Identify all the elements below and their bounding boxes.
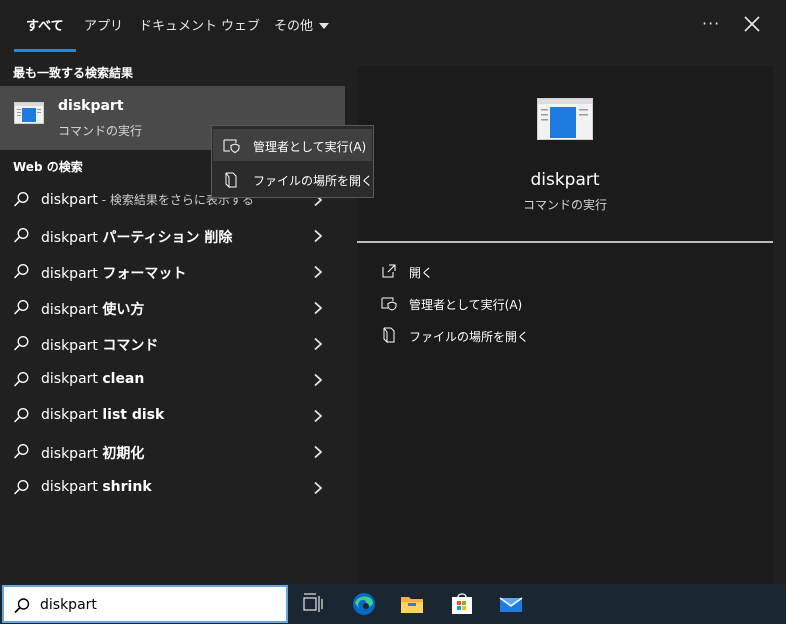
search-icon	[13, 264, 29, 279]
search-icon	[13, 444, 29, 459]
web-result-item[interactable]: diskpart shrink	[0, 470, 345, 506]
search-input[interactable]	[40, 593, 270, 617]
search-panel: すべて アプリ ドキュメント ウェブ その他 ··· 最も一致する検索結果 di…	[0, 0, 786, 584]
file-explorer-icon[interactable]	[399, 591, 425, 617]
app-window-icon	[14, 102, 44, 124]
search-icon	[13, 336, 29, 351]
web-result-suggestion: 初期化	[102, 446, 145, 462]
web-result-query: diskpart	[41, 192, 98, 208]
web-result-suggestion: clean	[102, 371, 145, 387]
web-result-suggestion: フォーマット	[102, 266, 187, 282]
web-result-query: diskpart	[41, 407, 103, 423]
web-result-item[interactable]: diskpart フォーマット	[0, 254, 345, 290]
web-result-query: diskpart	[41, 446, 103, 462]
web-result-text: diskpart コマンド	[41, 335, 158, 355]
tab-more-label: その他	[274, 19, 314, 34]
mail-icon[interactable]	[498, 591, 524, 617]
context-open-file-location[interactable]: ファイルの場所を開く	[213, 163, 374, 195]
web-result-text: diskpart list disk	[41, 407, 164, 423]
file-location-icon	[383, 327, 395, 343]
web-result-text: diskpart 使い方	[41, 299, 144, 319]
web-result-query: diskpart	[41, 371, 103, 387]
context-run-as-admin-label: 管理者として実行(A)	[253, 140, 367, 154]
web-result-query: diskpart	[41, 266, 103, 282]
web-result-suggestion: shrink	[102, 479, 152, 495]
store-icon[interactable]	[449, 591, 475, 617]
open-icon	[382, 264, 396, 278]
action-run-as-admin-label: 管理者として実行(A)	[409, 298, 523, 312]
preview-pane: diskpart コマンドの実行 開く 管理者として実行(A) ファイルの場所を…	[357, 66, 773, 584]
chevron-right-icon	[314, 445, 323, 459]
web-result-suggestion: コマンド	[102, 338, 159, 354]
search-icon	[13, 192, 29, 207]
web-result-query: diskpart	[41, 479, 103, 495]
tab-all[interactable]: すべて	[14, 0, 76, 52]
search-icon	[13, 300, 29, 315]
web-result-item[interactable]: diskpart 初期化	[0, 434, 345, 470]
chevron-down-icon	[319, 22, 330, 29]
app-window-icon	[537, 98, 593, 140]
chevron-right-icon	[314, 481, 323, 495]
tab-apps[interactable]: アプリ	[84, 0, 123, 52]
context-menu: 管理者として実行(A) ファイルの場所を開く	[211, 125, 374, 198]
tab-bar: すべて アプリ ドキュメント ウェブ その他 ···	[0, 0, 786, 52]
web-search-heading: Web の検索	[13, 160, 83, 174]
web-result-query: diskpart	[41, 302, 103, 318]
close-icon[interactable]	[740, 12, 764, 36]
search-icon	[13, 408, 29, 423]
chevron-right-icon	[314, 337, 323, 351]
chevron-right-icon	[314, 301, 323, 315]
web-result-text: diskpart shrink	[41, 479, 152, 495]
web-result-text: diskpart 初期化	[41, 443, 144, 463]
preview-app-name: diskpart	[530, 170, 600, 190]
web-result-item[interactable]: diskpart clean	[0, 362, 345, 398]
web-result-text: diskpart clean	[41, 371, 144, 387]
search-icon	[13, 228, 29, 243]
tab-documents[interactable]: ドキュメント	[139, 0, 217, 52]
web-result-query: diskpart	[41, 338, 103, 354]
web-result-query: diskpart	[41, 230, 103, 246]
tab-more[interactable]: その他	[274, 0, 330, 52]
edge-icon[interactable]	[351, 591, 377, 617]
chevron-right-icon	[314, 265, 323, 279]
preview-app-subtitle: コマンドの実行	[522, 198, 607, 212]
web-result-suggestion: パーティション 削除	[102, 230, 233, 246]
context-open-file-location-label: ファイルの場所を開く	[253, 174, 374, 188]
file-location-icon	[225, 172, 237, 188]
web-result-item[interactable]: diskpart コマンド	[0, 326, 345, 362]
best-match-heading: 最も一致する検索結果	[13, 66, 134, 80]
more-dots-icon[interactable]: ···	[702, 14, 720, 33]
search-icon	[13, 372, 29, 387]
action-open-label: 開く	[409, 266, 434, 280]
web-result-suggestion: 使い方	[102, 302, 145, 318]
taskbar-search-box[interactable]	[2, 585, 288, 623]
web-result-item[interactable]: diskpart 使い方	[0, 290, 345, 326]
web-result-item[interactable]: diskpart パーティション 削除	[0, 218, 345, 254]
web-result-text: diskpart フォーマット	[41, 263, 186, 283]
best-match-name: diskpart	[58, 98, 124, 114]
chevron-right-icon	[314, 409, 323, 423]
search-icon	[14, 598, 30, 614]
web-result-item[interactable]: diskpart list disk	[0, 398, 345, 434]
chevron-right-icon	[314, 373, 323, 387]
task-view-icon[interactable]	[300, 591, 326, 617]
best-match-subtitle: コマンドの実行	[58, 124, 143, 138]
web-result-text: diskpart パーティション 削除	[41, 227, 232, 247]
shield-window-icon	[381, 297, 397, 311]
action-open-file-location-label: ファイルの場所を開く	[409, 330, 530, 344]
context-run-as-admin[interactable]: 管理者として実行(A)	[213, 129, 372, 161]
chevron-right-icon	[314, 229, 323, 243]
taskbar	[0, 584, 786, 624]
preview-divider	[357, 241, 773, 243]
web-result-suggestion: list disk	[102, 407, 165, 423]
search-icon	[13, 480, 29, 495]
tab-web[interactable]: ウェブ	[221, 0, 260, 52]
shield-window-icon	[223, 139, 240, 154]
